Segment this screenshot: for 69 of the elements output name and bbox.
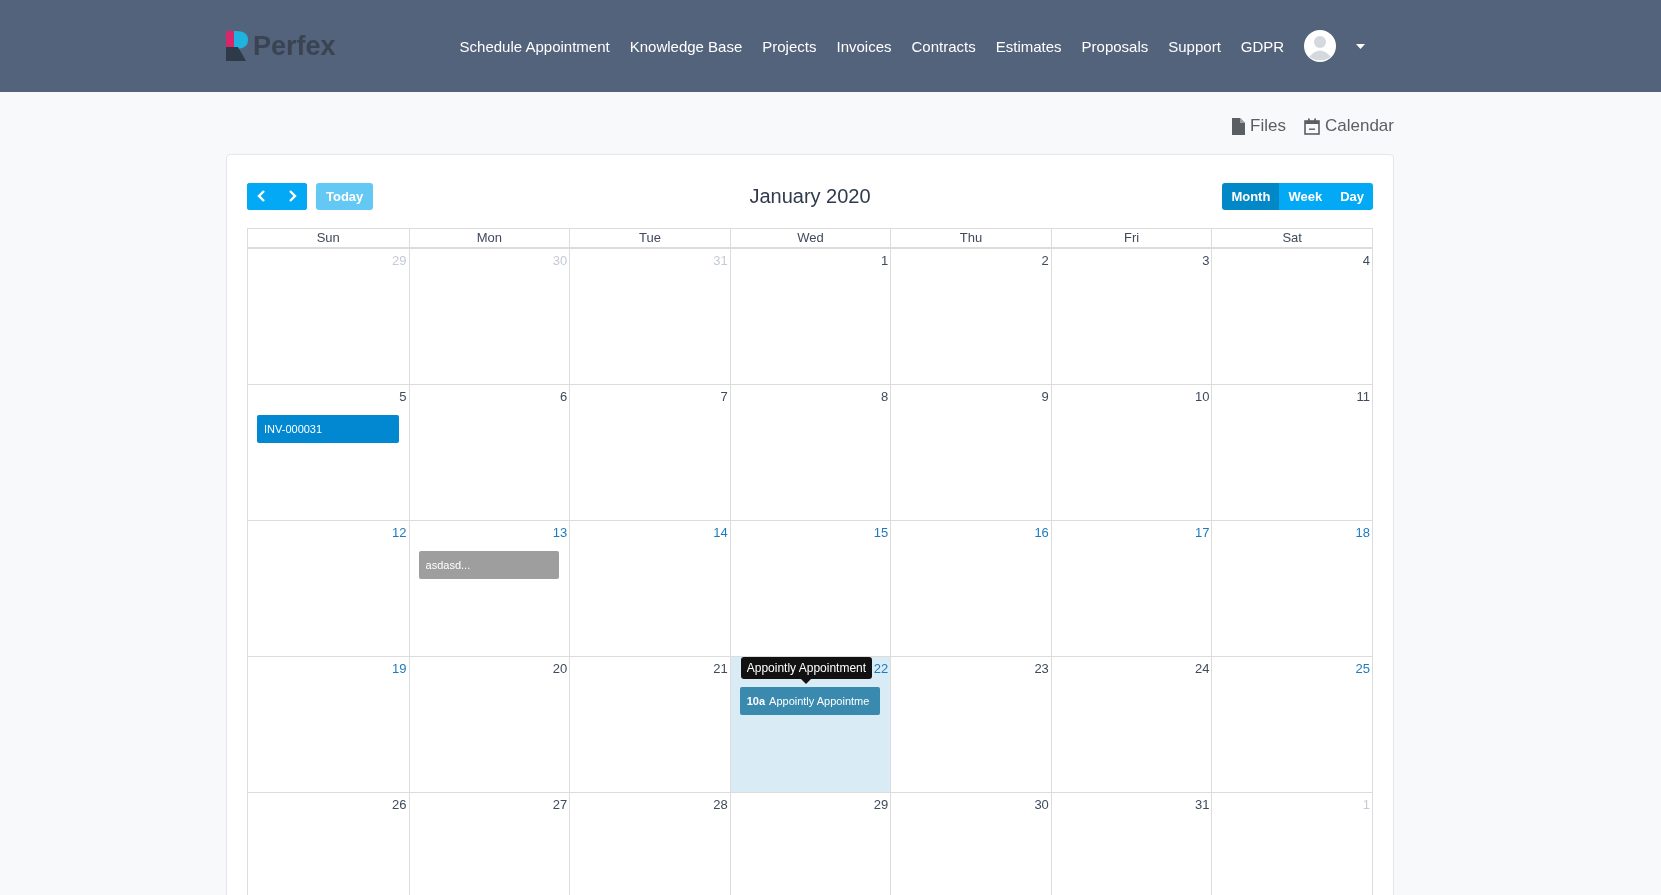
- event-title: INV-000031: [264, 423, 323, 435]
- day-number: 7: [720, 389, 728, 406]
- day-number: 29: [873, 797, 889, 814]
- chevron-left-icon: [257, 190, 267, 202]
- chevron-right-icon: [287, 190, 297, 202]
- nav-link[interactable]: Schedule Appointment: [459, 37, 610, 55]
- day-number: 18: [1355, 525, 1370, 542]
- day-number: 31: [1194, 797, 1210, 814]
- day-number: 31: [713, 253, 728, 270]
- weekday-header: Mon: [408, 229, 570, 247]
- nav-link[interactable]: Proposals: [1081, 37, 1149, 55]
- weekday-header: Thu: [890, 229, 1051, 247]
- day-number: 26: [392, 797, 407, 814]
- day-number: 9: [1041, 389, 1049, 406]
- event-time: 10a: [746, 695, 766, 707]
- day-number: 30: [552, 253, 568, 270]
- event-title: asdasd...: [425, 559, 471, 571]
- day-number: 20: [552, 661, 568, 678]
- day-number: 13: [552, 525, 568, 542]
- user-avatar-icon[interactable]: [1304, 30, 1337, 62]
- day-number: 21: [713, 661, 728, 678]
- nav-link[interactable]: Support: [1168, 37, 1221, 55]
- day-number: 25: [1355, 661, 1370, 678]
- weekday-header: Fri: [1050, 229, 1212, 247]
- nav-link[interactable]: Knowledge Base: [629, 37, 743, 55]
- nav-link[interactable]: Estimates: [995, 37, 1062, 55]
- tooltip-arrow-icon: [800, 679, 811, 684]
- nav-link[interactable]: GDPR: [1240, 37, 1285, 55]
- day-number: 3: [1202, 253, 1210, 270]
- file-icon: [1232, 117, 1246, 135]
- caret-icon[interactable]: [1356, 43, 1366, 49]
- day-number: 30: [1034, 797, 1049, 814]
- files-link[interactable]: Files: [1232, 114, 1286, 138]
- day-number: 5: [399, 389, 407, 406]
- calendar-event[interactable]: 10a Appointly Appointme: [739, 687, 881, 715]
- calendar-event[interactable]: INV-000031: [257, 415, 399, 443]
- event-title: Appointly Appointme: [769, 695, 870, 707]
- day-number: 8: [881, 389, 889, 406]
- weekday-header: Sat: [1211, 229, 1372, 247]
- weekday-header: Wed: [729, 229, 891, 247]
- calendar-title: January 2020: [749, 184, 871, 208]
- day-number: 27: [552, 797, 568, 814]
- day-number: 17: [1194, 525, 1210, 542]
- day-number: 11: [1356, 389, 1370, 406]
- day-number: 22: [873, 661, 889, 678]
- day-number: 2: [1041, 253, 1049, 270]
- day-number: 1: [1362, 797, 1370, 814]
- weekday-header: Tue: [569, 229, 730, 247]
- day-number: 24: [1194, 661, 1210, 678]
- day-number: 23: [1034, 661, 1049, 678]
- day-number: 14: [713, 525, 728, 542]
- nav-link[interactable]: Invoices: [836, 37, 892, 55]
- day-number: 16: [1034, 525, 1049, 542]
- calendar-link[interactable]: Calendar: [1304, 114, 1394, 138]
- day-number: 15: [873, 525, 889, 542]
- day-number: 28: [713, 797, 728, 814]
- day-number: 29: [392, 253, 407, 270]
- weekday-header: Sun: [315, 229, 341, 247]
- logo-icon[interactable]: [226, 31, 248, 61]
- day-number: 1: [881, 253, 889, 270]
- nav-link[interactable]: Contracts: [911, 37, 976, 55]
- day-number: 6: [559, 389, 568, 406]
- day-number: 10: [1194, 389, 1210, 406]
- day-number: 19: [392, 661, 407, 678]
- calendar-icon: [1304, 117, 1320, 135]
- day-number: 12: [392, 525, 407, 542]
- view-tab[interactable]: Month: [1222, 182, 1280, 210]
- nav-link[interactable]: Projects: [762, 37, 817, 55]
- day-number: 4: [1362, 253, 1370, 270]
